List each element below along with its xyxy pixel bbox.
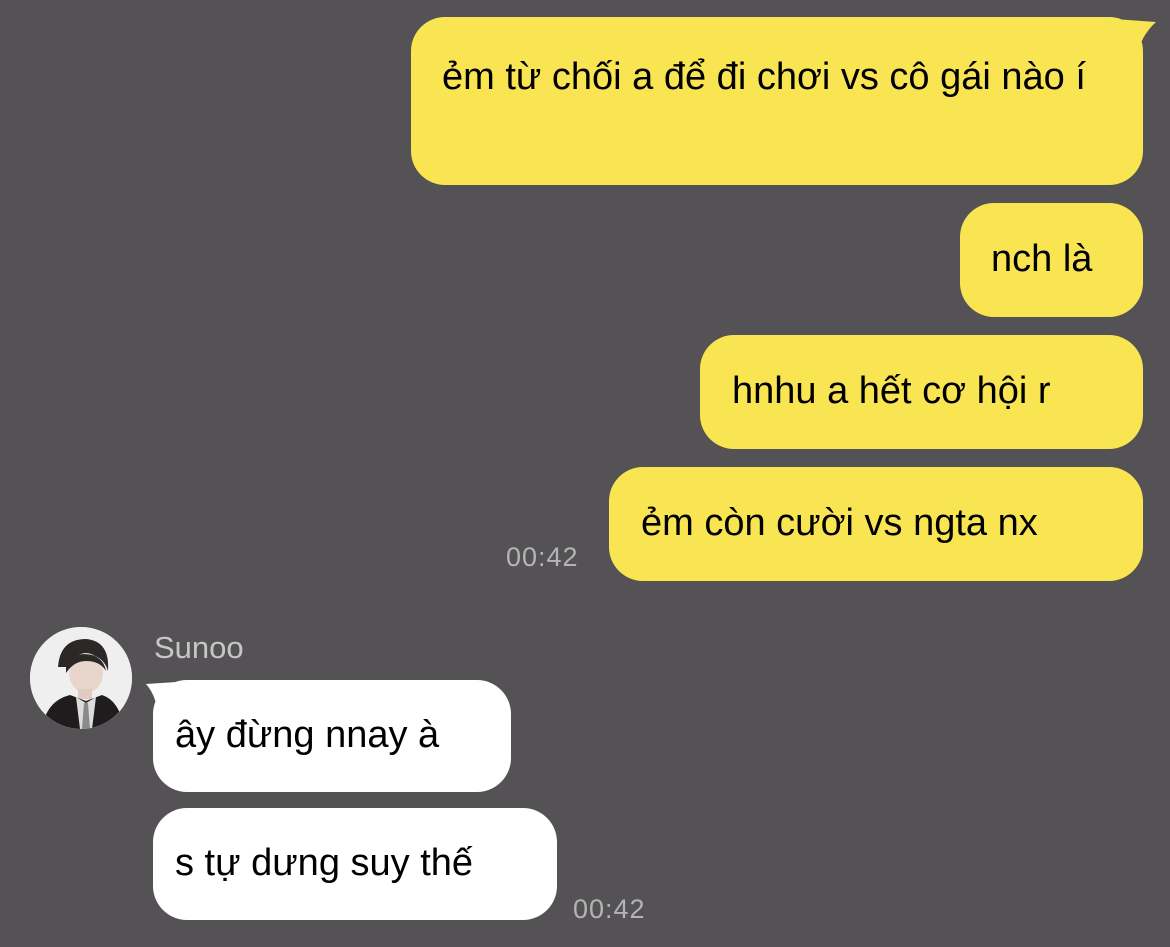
contact-name: Sunoo xyxy=(154,630,244,665)
incoming-message[interactable]: s tự dưng suy thế xyxy=(153,808,557,920)
outgoing-message[interactable]: nch là xyxy=(960,203,1143,317)
message-text: ẻm còn cười vs ngta nx xyxy=(641,502,1038,544)
message-timestamp: 00:42 xyxy=(506,542,579,572)
outgoing-message[interactable]: ẻm từ chối a để đi chơi vs cô gái nào í xyxy=(411,17,1143,185)
message-text: ây đừng nnay à xyxy=(175,714,440,756)
message-timestamp: 00:42 xyxy=(573,894,646,924)
outgoing-message[interactable]: hnhu a hết cơ hội r xyxy=(700,335,1143,449)
message-text: s tự dưng suy thế xyxy=(175,842,474,884)
profile-photo-icon xyxy=(30,627,132,729)
outgoing-message[interactable]: ẻm còn cười vs ngta nx xyxy=(609,467,1143,581)
message-text: hnhu a hết cơ hội r xyxy=(732,370,1051,412)
incoming-message[interactable]: ây đừng nnay à xyxy=(153,680,511,792)
message-text: nch là xyxy=(991,238,1093,280)
contact-avatar[interactable] xyxy=(30,627,132,729)
message-text: ẻm từ chối a để đi chơi vs cô gái nào í xyxy=(442,56,1086,98)
